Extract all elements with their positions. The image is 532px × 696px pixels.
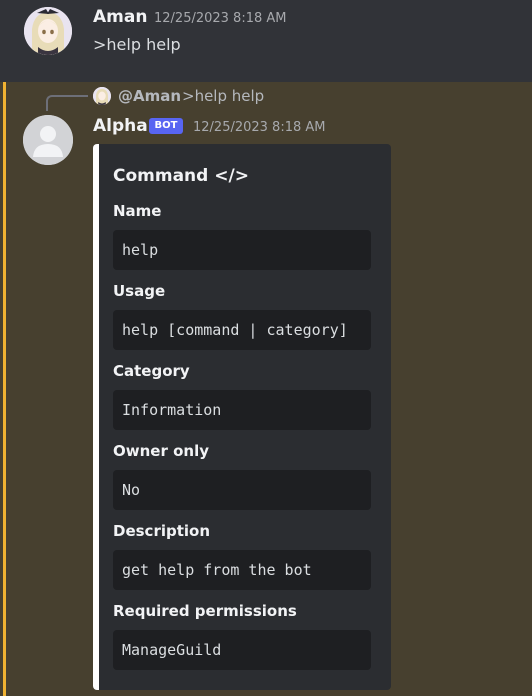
alpha-avatar-icon[interactable] [23, 115, 73, 165]
field-value-owner-only: No [113, 470, 371, 510]
author-name-aman[interactable]: Aman [93, 7, 147, 27]
field-value-name: help [113, 230, 371, 270]
reply-connector [46, 95, 88, 111]
embed-accent-bar [93, 144, 99, 690]
embed-title: Command </> [113, 166, 249, 186]
field-value-description: get help from the bot [113, 550, 371, 590]
bot-tag-badge: BOT [149, 118, 183, 134]
mention-highlight-bar [3, 82, 6, 696]
field-value-category: Information [113, 390, 371, 430]
reply-mention[interactable]: @Aman [118, 87, 181, 105]
field-name-owner-only: Owner only [113, 442, 209, 460]
aman-avatar-icon[interactable] [24, 7, 72, 55]
timestamp-alpha: 12/25/2023 8:18 AM [193, 120, 326, 135]
field-value-usage: help [command | category] [113, 310, 371, 350]
reply-content[interactable]: >help help [182, 87, 264, 105]
timestamp-aman: 12/25/2023 8:18 AM [154, 11, 287, 26]
field-name-name: Name [113, 202, 162, 220]
field-name-description: Description [113, 522, 211, 540]
author-name-alpha[interactable]: Alpha [93, 116, 148, 136]
field-name-usage: Usage [113, 282, 166, 300]
field-name-required-permissions: Required permissions [113, 602, 297, 620]
reply-avatar-icon[interactable] [93, 87, 111, 105]
message-content-aman: >help help [93, 35, 181, 54]
command-embed: Command </> Name help Usage help [comman… [93, 144, 391, 690]
field-name-category: Category [113, 362, 190, 380]
field-value-required-permissions: ManageGuild [113, 630, 371, 670]
